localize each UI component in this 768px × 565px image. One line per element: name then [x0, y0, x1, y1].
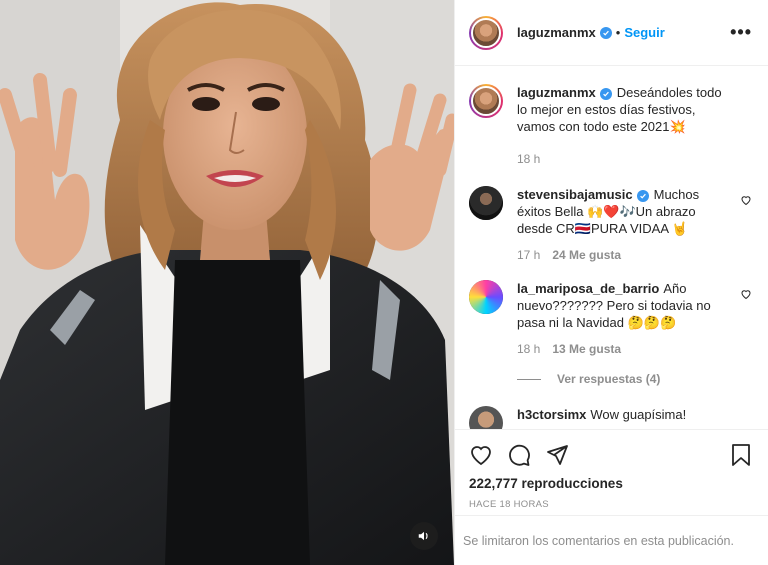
heart-icon[interactable]	[740, 288, 752, 303]
replies-label: Ver respuestas (4)	[557, 372, 661, 386]
comment-username[interactable]: la_mariposa_de_barrio	[517, 281, 659, 296]
comment-likes[interactable]: 24 Me gusta	[552, 247, 621, 264]
share-icon[interactable]	[545, 443, 569, 467]
bookmark-icon[interactable]	[730, 443, 752, 467]
view-count[interactable]: 222,777 reproducciones	[469, 476, 752, 491]
list-item: h3ctorsimx Wow guapísima!	[469, 406, 752, 429]
post-header: laguzmanmx • Seguir •••	[455, 0, 768, 66]
verified-icon	[599, 88, 612, 100]
comment-text: Wow guapísima!	[590, 407, 687, 422]
video-frame-illustration	[0, 0, 454, 565]
volume-icon	[418, 531, 428, 541]
comment-icon[interactable]	[507, 443, 531, 467]
list-item: la_mariposa_de_barrio Año nuevo??????? Pe…	[469, 280, 752, 358]
avatar[interactable]	[469, 406, 503, 429]
comment-time: 17 h	[517, 248, 541, 262]
comment-username[interactable]: h3ctorsimx	[517, 407, 586, 422]
comments-limited-notice: Se limitaron los comentarios en esta pub…	[455, 515, 768, 565]
follow-button[interactable]: Seguir	[624, 25, 664, 40]
verified-icon	[636, 190, 649, 202]
separator-dot: •	[615, 25, 621, 40]
instagram-post: laguzmanmx • Seguir ••• laguzmanmx Deseán…	[0, 0, 768, 565]
more-icon[interactable]: •••	[730, 22, 752, 43]
avatar[interactable]	[469, 186, 503, 220]
post-side-panel: laguzmanmx • Seguir ••• laguzmanmx Deseán…	[454, 0, 768, 565]
comment-time: 18 h	[517, 342, 541, 356]
caption-username[interactable]: laguzmanmx	[517, 85, 596, 100]
avatar[interactable]	[469, 280, 503, 314]
avatar[interactable]	[469, 15, 503, 50]
volume-toggle-button[interactable]	[410, 522, 438, 550]
heart-icon[interactable]	[740, 194, 752, 209]
avatar[interactable]	[469, 84, 503, 118]
post-username[interactable]: laguzmanmx	[517, 25, 596, 40]
caption-time: 18 h	[517, 152, 541, 166]
post-timestamp[interactable]: HACE 18 HORAS	[469, 499, 752, 510]
heart-icon[interactable]	[469, 443, 493, 467]
view-replies-button[interactable]: Ver respuestas (4)	[517, 372, 752, 386]
replies-divider	[517, 378, 541, 380]
comment-username[interactable]: stevensibajamusic	[517, 187, 633, 202]
comment-likes[interactable]: 13 Me gusta	[552, 341, 621, 358]
caption: laguzmanmx Deseándoles todo lo mejor en e…	[469, 84, 752, 168]
post-actions: 222,777 reproducciones HACE 18 HORAS	[455, 429, 768, 515]
comments-list[interactable]: laguzmanmx Deseándoles todo lo mejor en e…	[455, 66, 768, 429]
verified-icon	[599, 26, 612, 39]
list-item: stevensibajamusic Muchos éxitos Bella 🙌❤️…	[469, 186, 752, 264]
post-video[interactable]	[0, 0, 454, 565]
